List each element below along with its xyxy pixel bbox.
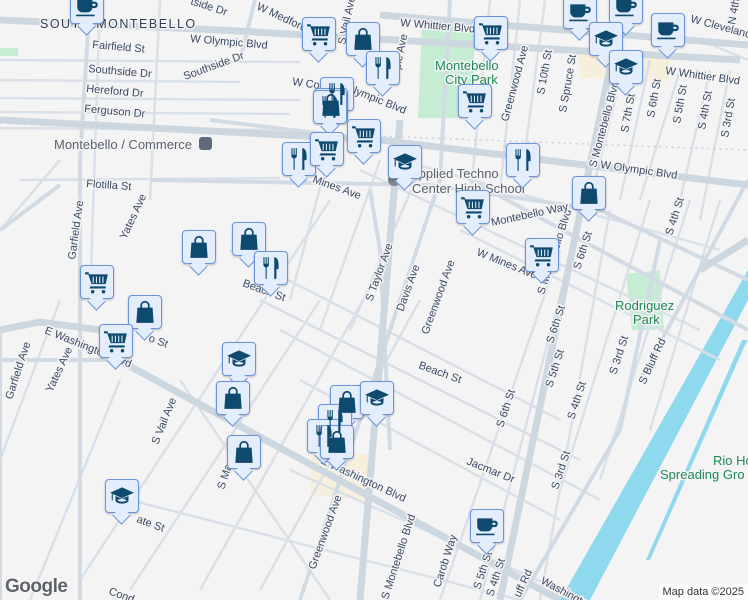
cart-icon	[103, 328, 129, 354]
restaurant-icon	[258, 255, 284, 281]
coffee-marker[interactable]	[651, 13, 685, 47]
restaurant-icon	[370, 55, 396, 81]
bag-marker[interactable]	[320, 425, 354, 459]
park-area	[0, 48, 18, 56]
school-marker[interactable]	[388, 145, 422, 179]
bag-marker[interactable]	[128, 295, 162, 329]
restaurant-icon	[286, 146, 312, 172]
school-marker[interactable]	[360, 381, 394, 415]
bag-icon	[350, 26, 376, 52]
school-icon	[364, 385, 390, 411]
cart-marker[interactable]	[302, 17, 336, 51]
restaurant-marker[interactable]	[313, 90, 347, 124]
cart-icon	[351, 123, 377, 149]
park-label: Spreading Gro	[660, 467, 745, 482]
bag-icon	[324, 429, 350, 455]
cart-icon	[84, 269, 110, 295]
bag-icon	[576, 180, 602, 206]
school-icon	[109, 483, 135, 509]
restaurant-marker[interactable]	[506, 143, 540, 177]
restaurant-marker[interactable]	[282, 142, 316, 176]
cart-marker[interactable]	[474, 16, 508, 50]
cart-icon	[478, 20, 504, 46]
cart-marker[interactable]	[80, 265, 114, 299]
coffee-marker[interactable]	[70, 0, 104, 24]
cart-marker[interactable]	[525, 238, 559, 272]
coffee-marker[interactable]	[563, 0, 597, 29]
bag-icon	[186, 234, 212, 260]
cart-icon	[314, 136, 340, 162]
school-marker[interactable]	[105, 479, 139, 513]
cart-icon	[529, 242, 555, 268]
cart-icon	[460, 194, 486, 220]
coffee-icon	[613, 0, 639, 20]
place-label: SOUTH MONTEBELLO	[40, 17, 197, 31]
cart-marker[interactable]	[310, 132, 344, 166]
bag-marker[interactable]	[346, 22, 380, 56]
train-station-icon[interactable]	[199, 137, 212, 150]
restaurant-marker[interactable]	[254, 251, 288, 285]
school-icon	[226, 346, 252, 372]
school-icon	[593, 26, 619, 52]
map-attribution[interactable]: Map data ©2025	[658, 584, 748, 600]
bag-icon	[132, 299, 158, 325]
station-label[interactable]: Montebello / Commerce	[53, 136, 194, 154]
park-label: Rio Ho	[713, 453, 748, 468]
cart-icon	[462, 88, 488, 114]
coffee-icon	[567, 0, 593, 25]
school-marker[interactable]	[589, 22, 623, 56]
bag-marker[interactable]	[216, 381, 250, 415]
cart-marker[interactable]	[347, 119, 381, 153]
google-logo[interactable]: Google	[5, 576, 68, 598]
park-label: Rodriguez	[615, 298, 674, 313]
bag-marker[interactable]	[182, 230, 216, 264]
school-marker[interactable]	[609, 50, 643, 84]
restaurant-marker[interactable]	[366, 51, 400, 85]
bag-icon	[236, 226, 262, 252]
coffee-icon	[655, 17, 681, 43]
bag-marker[interactable]	[572, 176, 606, 210]
coffee-icon	[474, 513, 500, 539]
school-icon	[392, 149, 418, 175]
bag-marker[interactable]	[227, 435, 261, 469]
bag-marker[interactable]	[232, 222, 266, 256]
park-label: Park	[633, 312, 660, 327]
coffee-icon	[74, 0, 100, 20]
cart-marker[interactable]	[99, 324, 133, 358]
cart-marker[interactable]	[456, 190, 490, 224]
restaurant-icon	[317, 94, 343, 120]
restaurant-icon	[510, 147, 536, 173]
cart-icon	[306, 21, 332, 47]
bag-icon	[220, 385, 246, 411]
cart-marker[interactable]	[458, 84, 492, 118]
school-marker[interactable]	[222, 342, 256, 376]
school-label[interactable]: Applied Techno	[409, 165, 501, 183]
coffee-marker[interactable]	[609, 0, 643, 24]
bag-icon	[231, 439, 257, 465]
coffee-marker[interactable]	[470, 509, 504, 543]
school-icon	[613, 54, 639, 80]
